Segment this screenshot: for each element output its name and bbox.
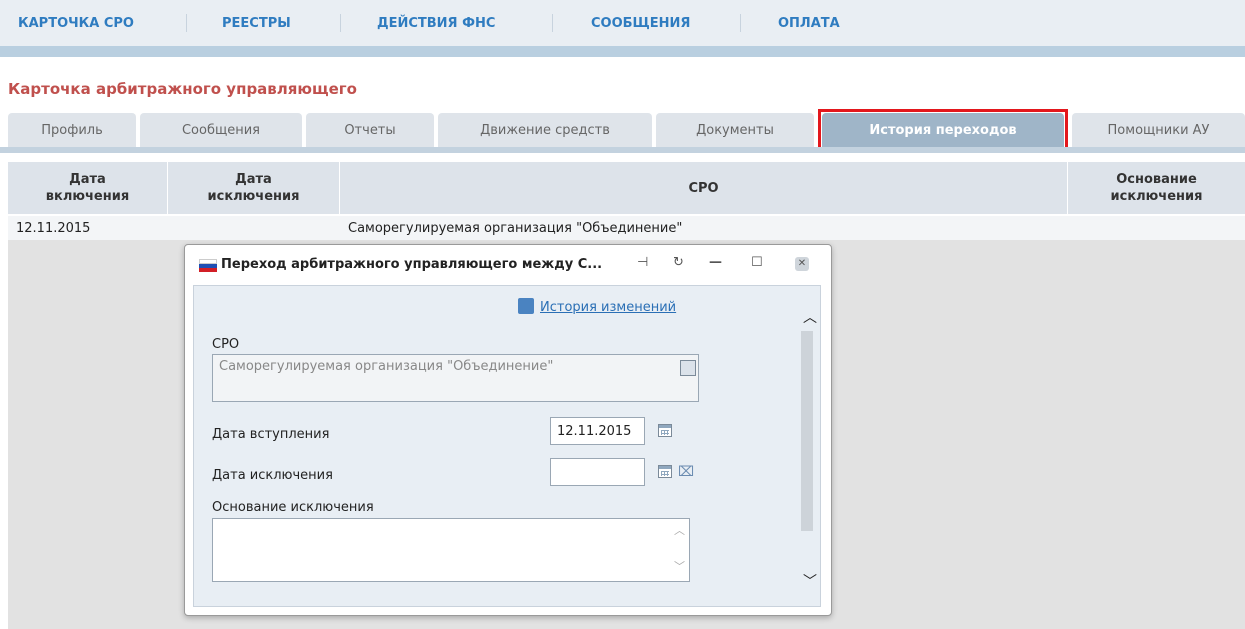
calendar-icon[interactable] [658, 424, 672, 437]
cell-date-out[interactable] [168, 216, 340, 240]
cell-date-in[interactable]: 12.11.2015 [8, 216, 168, 240]
tab-profile[interactable]: Профиль [8, 113, 136, 147]
calendar-icon[interactable] [658, 465, 672, 478]
nav-payment[interactable]: ОПЛАТА [778, 16, 840, 31]
cell-sro[interactable]: Саморегулируемая организация "Объединени… [340, 216, 1068, 240]
reason-textarea[interactable] [212, 518, 690, 582]
nav-separator [340, 14, 341, 32]
top-nav: КАРТОЧКА СРО РЕЕСТРЫ ДЕЙСТВИЯ ФНС СООБЩЕ… [0, 0, 1245, 57]
minimize-icon[interactable]: — [709, 255, 722, 270]
tab-au-assistants[interactable]: Помощники АУ [1072, 113, 1245, 147]
nav-sro-card[interactable]: КАРТОЧКА СРО [18, 16, 134, 31]
tab-reports[interactable]: Отчеты [306, 113, 434, 147]
textarea-scroll-up-icon[interactable]: ︿ [674, 522, 685, 538]
header-sro[interactable]: СРО [340, 162, 1068, 214]
history-link[interactable]: История изменений [540, 300, 676, 315]
nav-underbar [0, 46, 1245, 57]
nav-separator [186, 14, 187, 32]
chevron-down-icon[interactable]: ﹀ [803, 571, 817, 591]
nav-registers[interactable]: РЕЕСТРЫ [222, 16, 291, 31]
tab-highlight-frame [818, 109, 1068, 151]
tab-messages[interactable]: Сообщения [140, 113, 302, 147]
history-doc-icon[interactable] [518, 298, 534, 314]
tab-funds-movement[interactable]: Движение средств [438, 113, 652, 147]
close-icon[interactable]: ✕ [795, 257, 809, 271]
lookup-icon[interactable] [680, 360, 696, 376]
tab-underline [0, 147, 1245, 153]
nav-messages[interactable]: СООБЩЕНИЯ [591, 16, 690, 31]
clear-date-icon[interactable]: ⌧ [678, 465, 694, 479]
join-date-field[interactable]: 12.11.2015 [550, 417, 645, 445]
nav-separator [740, 14, 741, 32]
header-date-out[interactable]: Дата исключения [168, 162, 340, 214]
scrollbar-thumb[interactable] [801, 331, 813, 531]
header-date-in[interactable]: Дата включения [8, 162, 168, 214]
nav-separator [552, 14, 553, 32]
dialog-title: Переход арбитражного управляющего между … [221, 257, 603, 272]
exclude-date-field[interactable] [550, 458, 645, 486]
sro-label: СРО [212, 337, 240, 352]
textarea-scroll-down-icon[interactable]: ﹀ [674, 558, 685, 574]
refresh-icon[interactable]: ↻ [673, 255, 684, 270]
join-date-label: Дата вступления [212, 427, 330, 442]
dialog-body: История изменений СРО Саморегулируемая о… [193, 285, 821, 607]
reason-label: Основание исключения [212, 500, 374, 515]
nav-fns-actions[interactable]: ДЕЙСТВИЯ ФНС [377, 16, 495, 31]
header-reason[interactable]: Основание исключения [1068, 162, 1245, 214]
exclude-date-label: Дата исключения [212, 468, 333, 483]
cell-reason[interactable] [1068, 216, 1245, 240]
sro-field[interactable]: Саморегулируемая организация "Объединени… [212, 354, 699, 402]
tab-documents[interactable]: Документы [656, 113, 814, 147]
transition-dialog: Переход арбитражного управляющего между … [184, 244, 832, 616]
pin-icon[interactable]: ⊣ [637, 255, 648, 270]
page-title: Карточка арбитражного управляющего [8, 80, 357, 98]
maximize-icon[interactable]: ☐ [751, 255, 763, 270]
russian-flag-icon [199, 259, 217, 272]
chevron-up-icon[interactable]: ︿ [803, 307, 817, 327]
